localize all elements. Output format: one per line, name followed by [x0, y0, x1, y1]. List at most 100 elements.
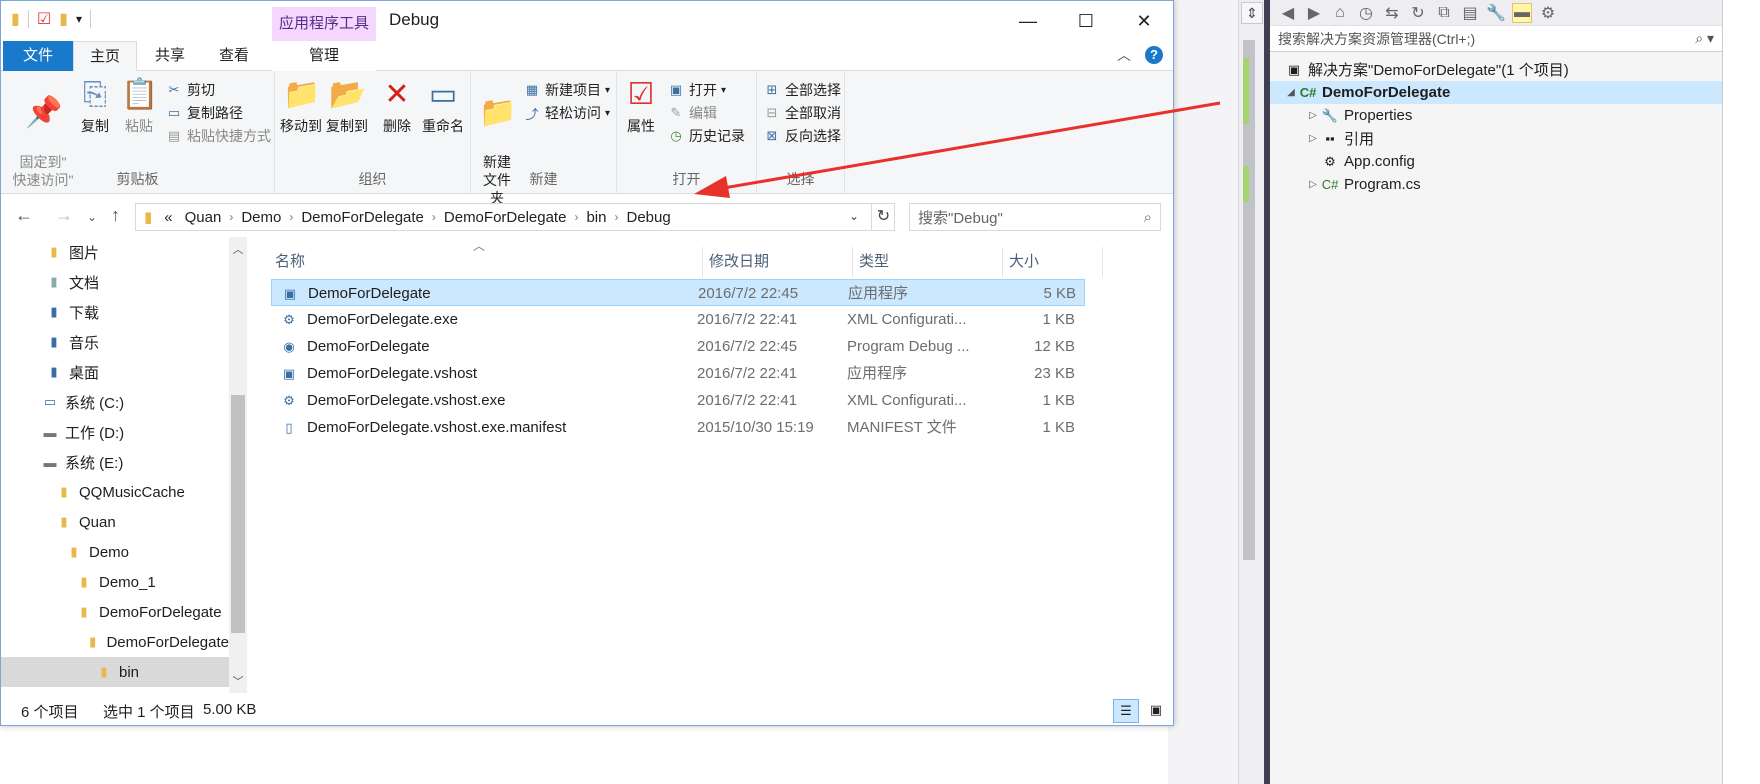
copy-to-button[interactable]: 📂 复制到: [325, 77, 369, 135]
expanded-arrow-icon[interactable]: ◢: [1284, 87, 1298, 98]
chevron-right-icon[interactable]: ›: [572, 210, 580, 224]
paste-shortcut-button[interactable]: ▤ 粘贴快捷方式: [165, 125, 271, 147]
nav-scrollbar-thumb[interactable]: [231, 395, 245, 633]
breadcrumb-debug[interactable]: Debug: [620, 209, 676, 226]
back-arrow-icon[interactable]: ←: [15, 205, 33, 226]
open-button[interactable]: ▣ 打开 ▾: [667, 79, 726, 101]
copy-button[interactable]: ⎘ 复制: [77, 77, 113, 135]
tab-home[interactable]: 主页: [73, 41, 137, 72]
tab-view[interactable]: 查看: [203, 41, 265, 71]
solution-node[interactable]: ▣ 解决方案"DemoForDelegate"(1 个项目): [1270, 58, 1722, 81]
tree-item-app-config[interactable]: ⚙ App.config: [1270, 150, 1722, 173]
nav-scrollbar[interactable]: ︿ ﹀: [229, 237, 247, 693]
chevron-right-icon[interactable]: ›: [227, 210, 235, 224]
properties-wrench-icon[interactable]: 🔧: [1486, 3, 1506, 23]
help-icon[interactable]: ?: [1145, 46, 1163, 64]
nav-tree-item[interactable]: ▮ 文档: [1, 267, 229, 297]
chevron-right-icon[interactable]: ›: [287, 210, 295, 224]
file-row[interactable]: ▣ DemoForDelegate 2016/7/2 22:45 应用程序 5 KB: [271, 279, 1085, 306]
breadcrumb-demofordelegate-2[interactable]: DemoForDelegate: [438, 209, 573, 226]
edit-button[interactable]: ✎ 编辑: [667, 102, 717, 124]
preview-toggle-icon[interactable]: ▬: [1512, 2, 1532, 23]
copy-path-button[interactable]: ▭ 复制路径: [165, 102, 243, 124]
tab-file[interactable]: 文件: [3, 41, 73, 71]
breadcrumb-bin[interactable]: bin: [580, 209, 612, 226]
tree-item-program-cs[interactable]: ▷ C# Program.cs: [1270, 173, 1722, 196]
scroll-down-icon[interactable]: ﹀: [229, 673, 247, 689]
nav-tree-item[interactable]: ▬ 工作 (D:): [1, 417, 229, 447]
large-icons-view-icon[interactable]: ▣: [1143, 699, 1169, 723]
properties-button[interactable]: ☑ 属性: [623, 77, 659, 135]
nav-tree-item[interactable]: ▮ DemoForDelegate: [1, 597, 229, 627]
minimize-button[interactable]: —: [999, 1, 1057, 41]
select-all-button[interactable]: ⊞ 全部选择: [763, 79, 841, 101]
collapse-ribbon-icon[interactable]: ︿: [1117, 45, 1131, 65]
split-view-icon[interactable]: ⇕: [1241, 2, 1263, 24]
breadcrumb-demofordelegate[interactable]: DemoForDelegate: [295, 209, 430, 226]
maximize-button[interactable]: ☐: [1057, 1, 1115, 41]
nav-tree-item[interactable]: ▮ DemoForDelegate: [1, 627, 229, 657]
refresh-icon[interactable]: ↻: [1408, 3, 1428, 23]
search-box[interactable]: 搜索"Debug" ⌕: [909, 203, 1161, 231]
collapsed-arrow-icon[interactable]: ▷: [1306, 110, 1320, 121]
solution-search-box[interactable]: 搜索解决方案资源管理器(Ctrl+;) ⌕ ▾: [1270, 26, 1722, 52]
recent-locations-icon[interactable]: ⌄: [87, 210, 97, 224]
show-all-files-icon[interactable]: ▤: [1460, 3, 1480, 23]
search-icon[interactable]: ⌕: [1144, 209, 1152, 226]
up-arrow-icon[interactable]: ↑: [111, 205, 120, 226]
tab-share[interactable]: 共享: [139, 41, 201, 71]
nav-tree-item[interactable]: ▮ Demo_1: [1, 567, 229, 597]
nav-tree-item[interactable]: ▮ Demo: [1, 537, 229, 567]
file-row[interactable]: ⚙ DemoForDelegate.vshost.exe 2016/7/2 22:4…: [271, 387, 1085, 414]
scroll-up-icon[interactable]: ︿: [229, 241, 247, 257]
project-node[interactable]: ◢ C# DemoForDelegate: [1270, 81, 1722, 104]
breadcrumb-demo[interactable]: Demo: [235, 209, 287, 226]
file-row[interactable]: ▯ DemoForDelegate.vshost.exe.manifest 2015…: [271, 414, 1085, 441]
column-header-date[interactable]: 修改日期: [703, 247, 853, 277]
tab-manage[interactable]: 管理: [272, 41, 376, 71]
paste-button[interactable]: 📋 粘贴: [121, 77, 158, 135]
nav-tree-item[interactable]: ▮ QQMusicCache: [1, 477, 229, 507]
forward-icon[interactable]: ▶: [1304, 3, 1324, 23]
back-icon[interactable]: ◀: [1278, 3, 1298, 23]
title-bar[interactable]: ▮ ☑ ▮ ▾ 应用程序工具 Debug — ☐ ✕: [1, 1, 1173, 41]
collapsed-arrow-icon[interactable]: ▷: [1306, 133, 1320, 144]
file-row[interactable]: ◉ DemoForDelegate 2016/7/2 22:45 Program De…: [271, 333, 1085, 360]
chevron-right-icon[interactable]: ›: [430, 210, 438, 224]
refresh-icon[interactable]: ↻: [871, 203, 895, 231]
details-view-icon[interactable]: ☰: [1113, 699, 1139, 723]
nav-tree-item[interactable]: ▮ Quan: [1, 507, 229, 537]
properties-check-icon[interactable]: ☑: [37, 9, 51, 29]
nav-tree-item[interactable]: ▬ 系统 (E:): [1, 447, 229, 477]
sync-icon[interactable]: ⇆: [1382, 3, 1402, 23]
file-row[interactable]: ▣ DemoForDelegate.vshost 2016/7/2 22:41 应用程…: [271, 360, 1085, 387]
column-header-name[interactable]: 名称: [269, 247, 703, 277]
rename-button[interactable]: ▭ 重命名: [421, 77, 465, 135]
select-none-button[interactable]: ⊟ 全部取消: [763, 102, 841, 124]
nav-tree-item[interactable]: ▭ 系统 (C:): [1, 387, 229, 417]
file-row[interactable]: ⚙ DemoForDelegate.exe 2016/7/2 22:41 XML Co…: [271, 306, 1085, 333]
delete-button[interactable]: ✕ 删除: [379, 77, 415, 135]
new-folder-icon[interactable]: ▮: [59, 9, 68, 29]
nav-tree-item[interactable]: ▮ 音乐: [1, 327, 229, 357]
column-header-type[interactable]: 类型: [853, 247, 1003, 277]
address-dropdown-icon[interactable]: ⌄: [849, 209, 859, 223]
class-diagram-icon[interactable]: ⚙: [1538, 3, 1558, 23]
easy-access-button[interactable]: ⤴ 轻松访问 ▾: [523, 102, 610, 124]
chevron-right-icon[interactable]: ›: [612, 210, 620, 224]
forward-arrow-icon[interactable]: →: [55, 205, 73, 226]
move-to-button[interactable]: 📁 移动到: [279, 77, 323, 135]
nav-tree-item[interactable]: ▮ 图片: [1, 237, 229, 267]
invert-selection-button[interactable]: ⊠ 反向选择: [763, 125, 841, 147]
search-icon[interactable]: ⌕ ▾: [1695, 30, 1714, 47]
collapse-all-icon[interactable]: ⧉: [1434, 4, 1454, 22]
breadcrumb-quan[interactable]: Quan: [179, 209, 228, 226]
customize-qat-icon[interactable]: ▾: [76, 12, 82, 26]
new-item-button[interactable]: ▦ 新建项目 ▾: [523, 79, 610, 101]
history-button[interactable]: ◷ 历史记录: [667, 125, 745, 147]
cut-button[interactable]: ✂ 剪切: [165, 79, 215, 101]
column-header-size[interactable]: 大小: [1003, 247, 1103, 277]
history-icon[interactable]: ◷: [1356, 3, 1376, 23]
breadcrumb-overflow[interactable]: «: [158, 209, 178, 226]
close-button[interactable]: ✕: [1115, 1, 1173, 41]
